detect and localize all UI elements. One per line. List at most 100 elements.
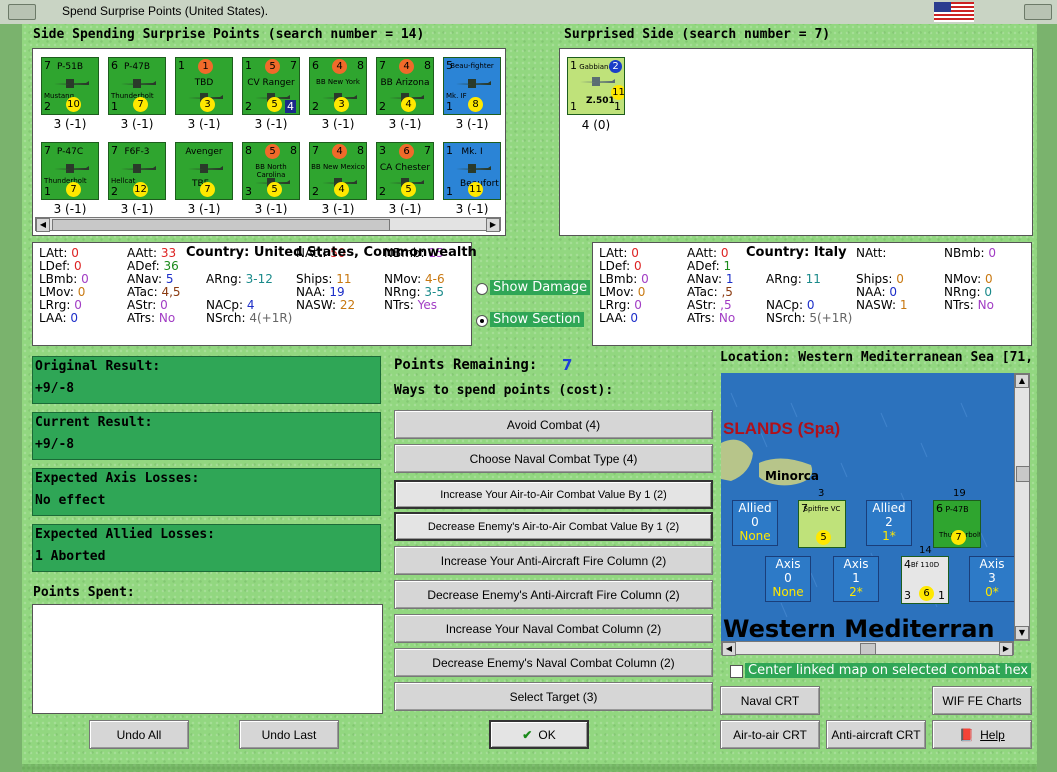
show-section-label[interactable]: Show Section bbox=[490, 312, 584, 327]
stat-atrs: ATrs: No bbox=[687, 311, 736, 325]
ok-button[interactable]: ✔ OK bbox=[489, 720, 589, 749]
surprised-side-panel bbox=[559, 48, 1033, 236]
unit-counter[interactable]: 1 1 TBD 3 bbox=[175, 57, 233, 115]
stat-aatt: AAtt: 33 bbox=[127, 246, 177, 260]
spending-scrollbar[interactable]: ◀ ▶ bbox=[35, 217, 501, 232]
spend-option-button[interactable]: Choose Naval Combat Type (4) bbox=[394, 444, 713, 473]
counter-value-label: 3 (-1) bbox=[120, 117, 154, 131]
map-horizontal-scrollbar[interactable]: ◀ ▶ bbox=[721, 641, 1014, 656]
axis-box[interactable]: Axis 1 2* bbox=[833, 556, 879, 602]
show-damage-radio[interactable] bbox=[476, 283, 488, 295]
unit-counter[interactable]: 7 4 8 BB New Mexico 2 4 bbox=[309, 142, 367, 200]
stat-arng: ARng: 11 bbox=[766, 272, 821, 286]
naval-crt-button[interactable]: Naval CRT bbox=[720, 686, 820, 715]
unit-counter[interactable]: 6 4 8 BB New York 2 3 bbox=[309, 57, 367, 115]
stat-laa: LAA: 0 bbox=[39, 311, 78, 325]
unit-counter[interactable]: 1 5 7 CV Ranger 2 5 4 bbox=[242, 57, 300, 115]
p47-counter[interactable]: 6 P-47B Thunderbolt 7 bbox=[933, 500, 981, 548]
spending-side-header: Side Spending Surprise Points (search nu… bbox=[33, 27, 425, 42]
scroll-right-arrow-icon[interactable]: ▶ bbox=[486, 218, 500, 232]
stat-astr: AStr: 0 bbox=[127, 298, 168, 312]
unit-counter[interactable]: 7 4 8 BB Arizona 2 4 bbox=[376, 57, 434, 115]
unit-counter[interactable]: 6 P-47B Thunderbolt 1 7 bbox=[108, 57, 166, 115]
center-map-label[interactable]: Center linked map on selected combat hex bbox=[745, 663, 1032, 678]
unit-counter[interactable]: 8 5 8 BB North Carolina 3 5 bbox=[242, 142, 300, 200]
seaplane-icon bbox=[580, 77, 615, 86]
unit-counter[interactable]: 5 Beau-fighter Mk. IF 1 8 bbox=[443, 57, 501, 115]
stat-ntrs: NTrs: Yes bbox=[384, 298, 437, 312]
scroll-up-arrow-icon[interactable]: ▲ bbox=[1015, 374, 1029, 388]
allied-box[interactable]: Allied 0 None bbox=[732, 500, 778, 546]
points-spent-label: Points Spent: bbox=[33, 585, 135, 600]
window-title: Spend Surprise Points (United States). bbox=[62, 4, 269, 18]
stat-lbmb: LBmb: 0 bbox=[39, 272, 89, 286]
stack-number: 14 bbox=[919, 545, 932, 556]
stat-naa: NAA: 19 bbox=[296, 285, 345, 299]
unit-counter[interactable]: 7 P-47C Thunderbolt 1 7 bbox=[41, 142, 99, 200]
wif-fe-charts-button[interactable]: WIF FE Charts bbox=[932, 686, 1032, 715]
stat-adef: ADef: 1 bbox=[687, 259, 732, 273]
points-spent-list[interactable] bbox=[32, 604, 383, 714]
air-to-air-crt-button[interactable]: Air-to-air CRT bbox=[720, 720, 820, 749]
unit-counter[interactable]: Avenger TBF 7 bbox=[175, 142, 233, 200]
system-menu-button[interactable] bbox=[8, 4, 36, 20]
stat-naa: NAA: 0 bbox=[856, 285, 898, 299]
spend-option-button[interactable]: Increase Your Air-to-Air Combat Value By… bbox=[394, 480, 713, 509]
scroll-left-arrow-icon[interactable]: ◀ bbox=[722, 642, 736, 656]
stat-latt: LAtt: 0 bbox=[39, 246, 79, 260]
spend-option-button[interactable]: Select Target (3) bbox=[394, 682, 713, 711]
unit-silhouette-icon bbox=[54, 164, 89, 173]
linked-map[interactable]: SLANDS (Spa) Minorca Allied 0 None 3 7 S… bbox=[721, 373, 1014, 641]
allied-box[interactable]: Allied 2 1* bbox=[866, 500, 912, 546]
scroll-thumb[interactable] bbox=[860, 643, 876, 655]
undo-all-button[interactable]: Undo All bbox=[89, 720, 189, 749]
unit-counter[interactable]: 3 6 7 CA Chester 2 5 bbox=[376, 142, 434, 200]
axis-box[interactable]: Axis 3 0* bbox=[969, 556, 1014, 602]
scroll-right-arrow-icon[interactable]: ▶ bbox=[999, 642, 1013, 656]
unit-counter[interactable]: 1Mk. IBeaufort111 bbox=[443, 142, 501, 200]
unit-silhouette-icon bbox=[54, 79, 89, 88]
center-map-checkbox[interactable] bbox=[730, 665, 743, 678]
help-button[interactable]: 📕 Help bbox=[932, 720, 1032, 749]
points-remaining-label: Points Remaining: bbox=[394, 357, 538, 373]
unit-counter[interactable]: 1 Gabbiano 2 Z.501 1 11 1 bbox=[567, 57, 625, 115]
anti-aircraft-crt-button[interactable]: Anti-aircraft CRT bbox=[826, 720, 926, 749]
surprised-side-header: Surprised Side (search number = 7) bbox=[564, 27, 831, 42]
spend-option-button[interactable]: Decrease Enemy's Air-to-Air Combat Value… bbox=[394, 512, 713, 541]
scroll-thumb[interactable] bbox=[52, 219, 390, 231]
counter-value-label: 3 (-1) bbox=[321, 202, 355, 216]
close-button[interactable] bbox=[1024, 4, 1052, 20]
stat-atac: ATac: 4,5 bbox=[127, 285, 181, 299]
unit-counter[interactable]: 7 P-51B Mustang 2 10 bbox=[41, 57, 99, 115]
spitfire-counter[interactable]: 7 Spitfire VC 5 bbox=[798, 500, 846, 548]
stat-nrng: NRng: 0 bbox=[944, 285, 993, 299]
stat-lmov: LMov: 0 bbox=[39, 285, 86, 299]
stat-lrrg: LRrg: 0 bbox=[599, 298, 642, 312]
scroll-thumb[interactable] bbox=[1016, 466, 1030, 482]
unit-counter[interactable]: 7 F6F-3 Hellcat 2 12 bbox=[108, 142, 166, 200]
scroll-down-arrow-icon[interactable]: ▼ bbox=[1015, 626, 1029, 640]
minorca-label: Minorca bbox=[765, 469, 819, 483]
bf110-counter[interactable]: 4 Bf 110D 3 6 1 bbox=[901, 556, 949, 604]
undo-last-button[interactable]: Undo Last bbox=[239, 720, 339, 749]
spend-option-button[interactable]: Avoid Combat (4) bbox=[394, 410, 713, 439]
scroll-left-arrow-icon[interactable]: ◀ bbox=[36, 218, 50, 232]
current-result-box: Current Result: +9/-8 bbox=[32, 412, 381, 460]
unit-silhouette-icon bbox=[121, 79, 156, 88]
stat-atac: ATac: ,5 bbox=[687, 285, 733, 299]
counter-value-label: 4 (0) bbox=[581, 118, 611, 132]
unit-silhouette-icon bbox=[121, 164, 156, 173]
axis-box[interactable]: Axis 0 None bbox=[765, 556, 811, 602]
stat-anav: ANav: 1 bbox=[687, 272, 734, 286]
spend-option-button[interactable]: Decrease Enemy's Naval Combat Column (2) bbox=[394, 648, 713, 677]
counter-value-label: 3 (-1) bbox=[53, 202, 87, 216]
map-vertical-scrollbar[interactable]: ▲ ▼ bbox=[1014, 373, 1030, 641]
show-damage-label[interactable]: Show Damage bbox=[490, 280, 591, 295]
spend-option-button[interactable]: Increase Your Naval Combat Column (2) bbox=[394, 614, 713, 643]
show-section-radio[interactable] bbox=[476, 315, 488, 327]
ways-to-spend-label: Ways to spend points (cost): bbox=[394, 383, 614, 398]
counter-value-label: 3 (-1) bbox=[254, 202, 288, 216]
stat-laa: LAA: 0 bbox=[599, 311, 638, 325]
spend-option-button[interactable]: Decrease Enemy's Anti-Aircraft Fire Colu… bbox=[394, 580, 713, 609]
spend-option-button[interactable]: Increase Your Anti-Aircraft Fire Column … bbox=[394, 546, 713, 575]
